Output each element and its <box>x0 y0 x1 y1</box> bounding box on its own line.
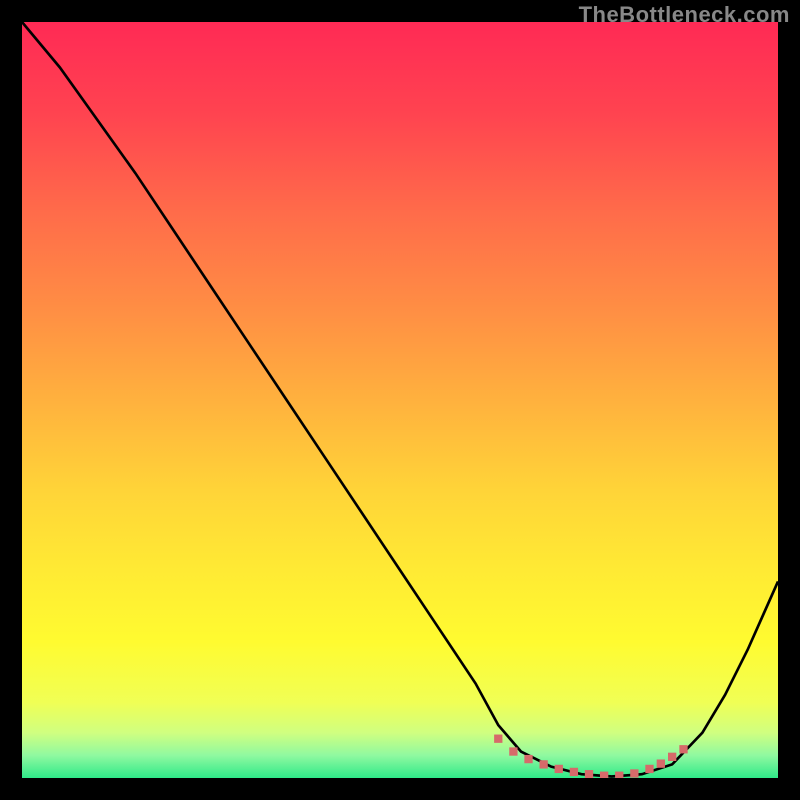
bottleneck-curve-path <box>22 22 778 776</box>
sweet-spot-dot <box>645 765 653 773</box>
sweet-spot-dot <box>555 765 563 773</box>
sweet-spot-dot <box>657 759 665 767</box>
sweet-spot-dot <box>679 745 687 753</box>
sweet-spot-dot <box>494 735 502 743</box>
sweet-spot-dot <box>539 760 547 768</box>
chart-plot-area <box>22 22 778 778</box>
sweet-spot-dot <box>509 747 517 755</box>
sweet-spot-dot <box>585 770 593 778</box>
sweet-spot-dot <box>570 768 578 776</box>
sweet-spot-dot <box>668 753 676 761</box>
sweet-spot-dot <box>600 772 608 778</box>
sweet-spot-dot <box>615 772 623 778</box>
sweet-spot-dot <box>524 755 532 763</box>
chart-curves <box>22 22 778 778</box>
sweet-spot-dot <box>630 769 638 777</box>
sweet-spot-dots <box>494 735 688 778</box>
watermark-text: TheBottleneck.com <box>579 2 790 28</box>
